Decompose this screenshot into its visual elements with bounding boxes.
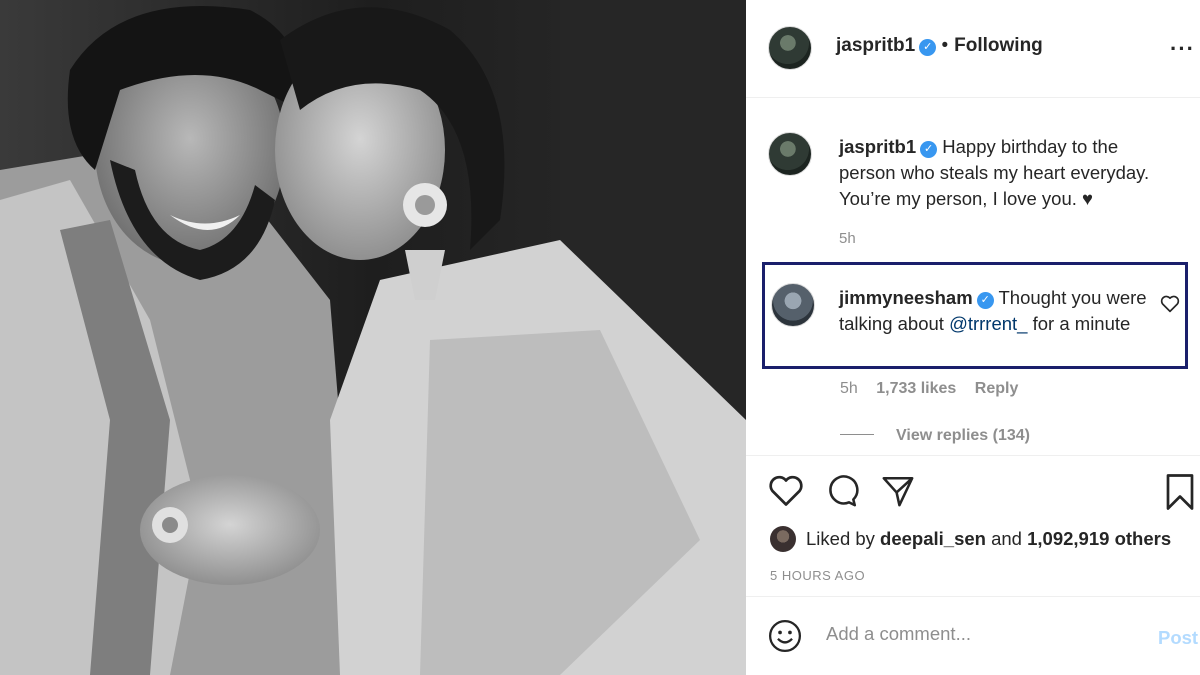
comment-text-after: for a minute [1027,313,1131,334]
liker-username[interactable]: deepali_sen [880,528,986,549]
following-button[interactable]: Following [954,35,1043,56]
caption-author-username[interactable]: jaspritb1 [839,136,916,157]
comment-mention-link[interactable]: @trrrent_ [949,313,1027,334]
liker-avatar[interactable] [770,526,796,552]
verified-badge-icon: ✓ [920,141,938,158]
caption-timestamp[interactable]: 5h [839,230,856,247]
post-actions-section: Liked by deepali_sen and 1,092,919 other… [746,455,1200,675]
post-timestamp[interactable]: 5 HOURS AGO [770,568,865,583]
liked-by-and: and [991,528,1022,549]
more-options-icon[interactable]: ··· [1170,36,1195,62]
others-likes-count[interactable]: 1,092,919 others [1027,528,1171,549]
comment-meta: 5h 1,733 likes Reply [840,380,1032,398]
comment-text-block: jimmyneesham ✓ Thought you were talking a… [839,285,1149,337]
post-details-panel: jaspritb1 ✓ • Following ··· jaspritb1 ✓ Hap… [746,0,1200,675]
post-photo[interactable] [0,0,746,675]
header-author-line: jaspritb1 ✓ • Following [836,35,1043,57]
caption-text-block: jaspritb1 ✓ Happy birthday to the person … [839,134,1179,212]
post-comment-button[interactable]: Post [1158,627,1198,649]
comment-likes-count[interactable]: 1,733 likes [876,380,956,397]
dot-separator: • [941,35,949,56]
view-replies-button[interactable]: View replies (134) [840,427,1030,445]
liked-by-row: Liked by deepali_sen and 1,092,919 other… [770,526,1171,552]
verified-badge-icon: ✓ [919,39,937,56]
replies-divider-line [840,434,874,435]
commenter-avatar[interactable] [771,283,815,327]
comment-like-heart-icon[interactable] [1160,295,1180,313]
liked-by-prefix: Liked by [806,528,875,549]
save-bookmark-icon[interactable] [1164,474,1196,510]
comment-bubble-icon[interactable] [824,474,860,508]
post-header: jaspritb1 ✓ • Following ··· [746,0,1200,98]
couple-photo-image [0,0,746,675]
caption-author-avatar[interactable] [768,132,812,176]
commenter-username[interactable]: jimmyneesham [839,287,973,308]
highlighted-comment: jimmyneesham ✓ Thought you were talking a… [762,262,1188,369]
add-comment-bar: Post [746,596,1200,675]
author-username[interactable]: jaspritb1 [836,35,915,56]
share-send-icon[interactable] [880,474,916,508]
like-heart-icon[interactable] [768,474,804,508]
emoji-smiley-icon[interactable] [768,619,802,653]
comment-timestamp[interactable]: 5h [840,380,858,397]
reply-button[interactable]: Reply [975,380,1019,397]
add-comment-input[interactable] [826,623,1126,645]
view-replies-label: View replies (134) [896,427,1030,444]
author-avatar[interactable] [768,26,812,70]
verified-badge-icon: ✓ [976,292,994,309]
